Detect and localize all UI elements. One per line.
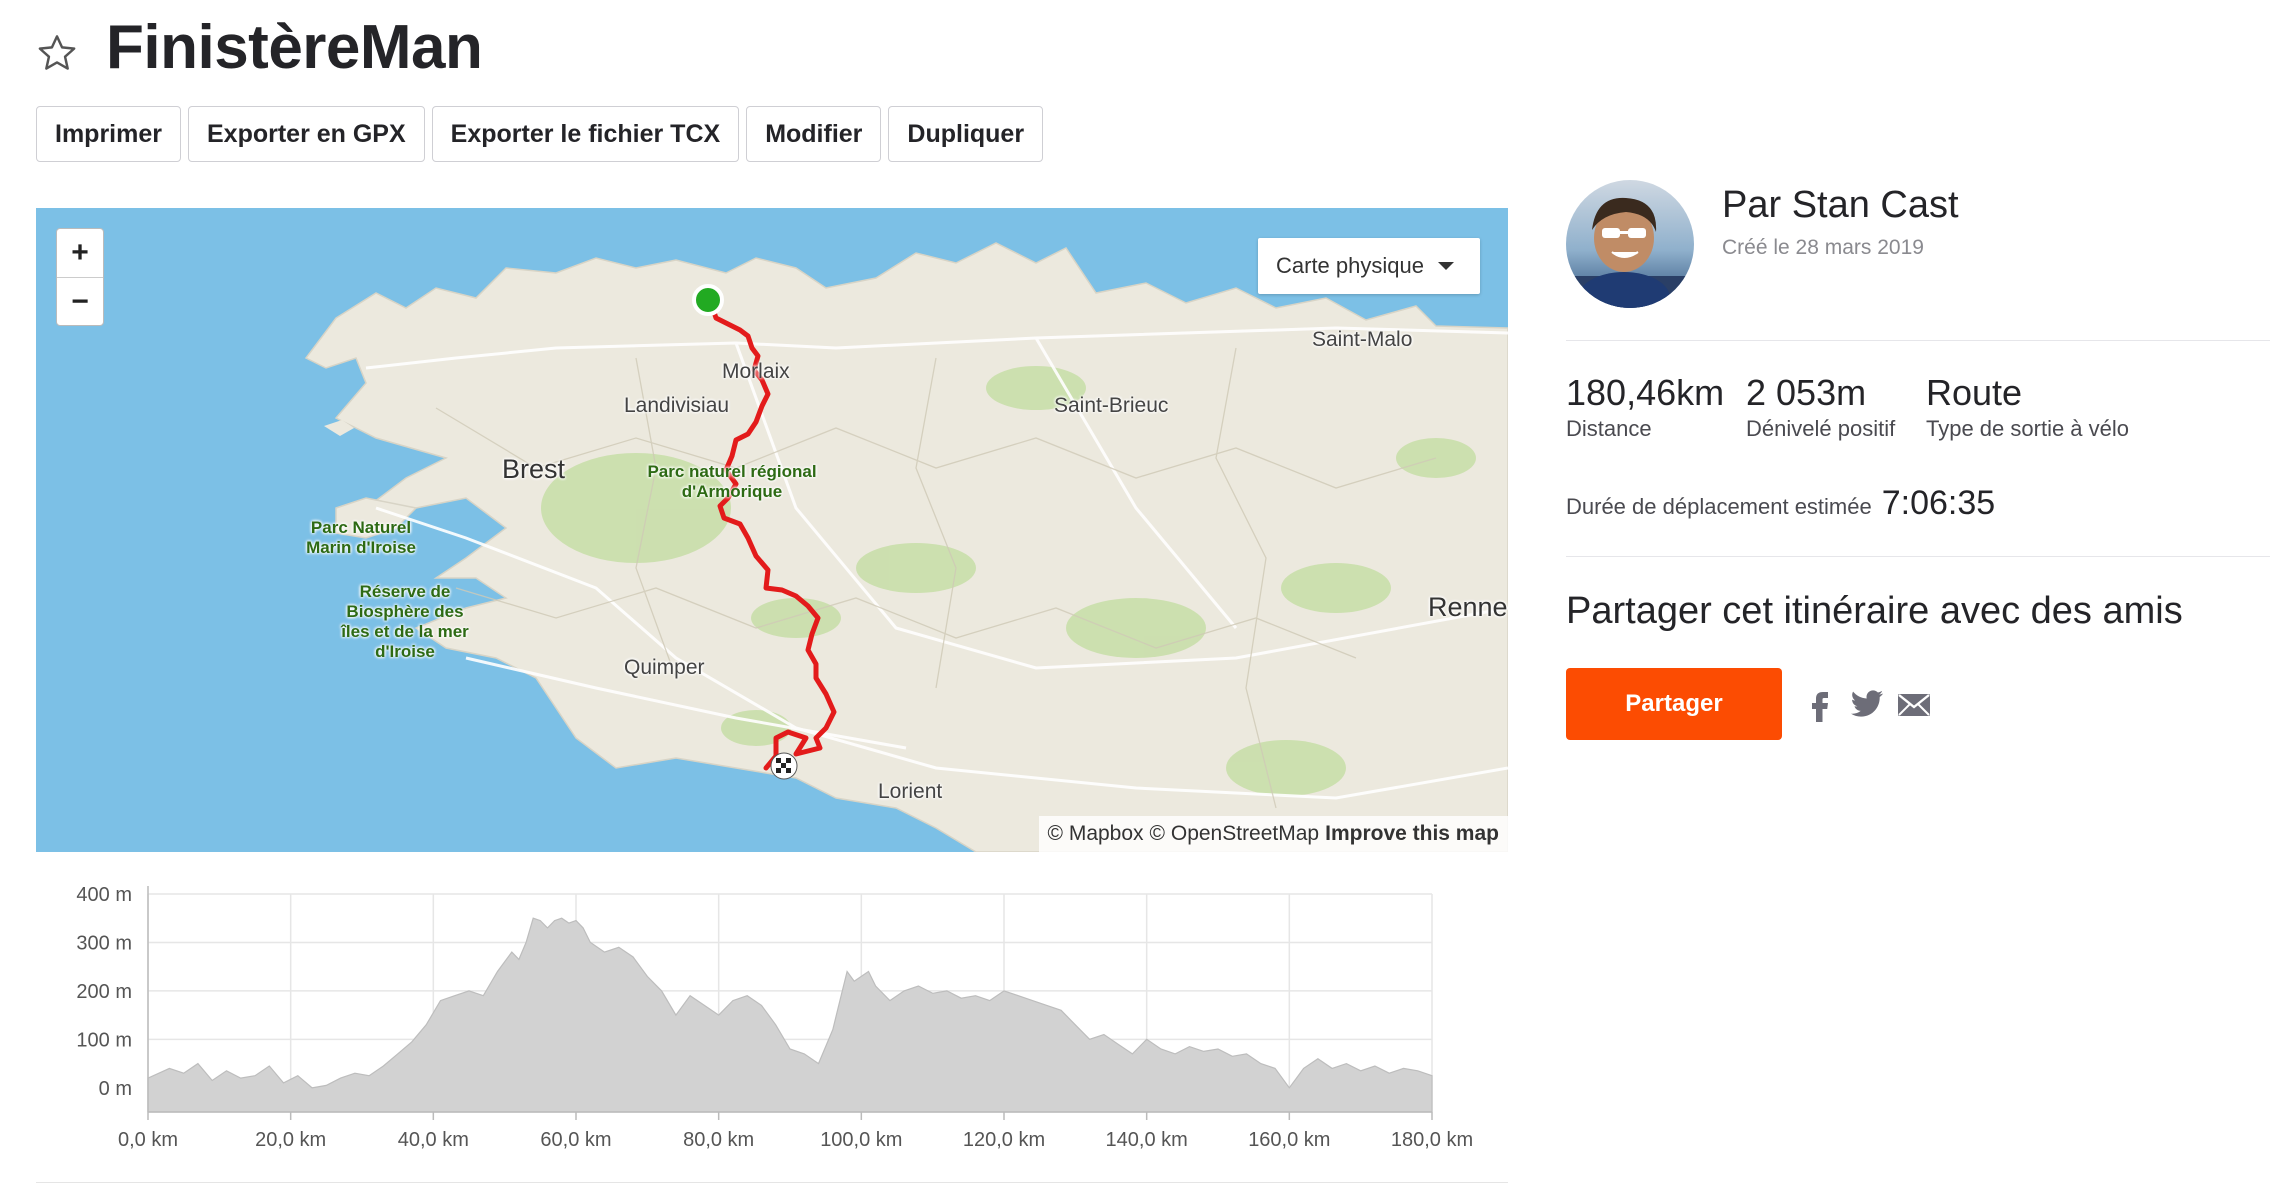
finish-marker [770, 752, 798, 780]
zoom-out-button[interactable]: − [57, 277, 103, 325]
author-name[interactable]: Par Stan Cast [1722, 184, 1959, 227]
y-tick-label: 100 m [76, 1029, 132, 1051]
place-reserve-iroise: Réserve de Biosphère des îles et de la m… [341, 582, 469, 661]
x-tick-label: 140,0 km [1106, 1129, 1188, 1151]
x-tick-label: 160,0 km [1248, 1129, 1330, 1151]
zoom-control: + − [56, 228, 104, 326]
x-tick-label: 80,0 km [683, 1129, 754, 1151]
osm-attribution-link[interactable]: © OpenStreetMap [1150, 822, 1320, 846]
divider [1566, 340, 2270, 341]
elevation-value: 2 053m [1746, 372, 1867, 413]
place-landivisiau: Landivisiau [624, 394, 730, 417]
stat-route-type: Route Type de sortie à vélo [1926, 372, 2129, 442]
map-type-select[interactable]: Carte physique [1258, 238, 1480, 294]
x-tick-label: 100,0 km [820, 1129, 902, 1151]
zoom-in-button[interactable]: + [57, 229, 103, 277]
distance-value: 180,46km [1566, 372, 1725, 413]
share-button[interactable]: Partager [1566, 668, 1782, 740]
twitter-icon[interactable] [1846, 684, 1886, 724]
place-quimper: Quimper [624, 656, 705, 679]
email-icon[interactable] [1894, 684, 1934, 724]
route-map[interactable]: + − Carte physique Saint-Malo Morlaix La… [36, 208, 1508, 852]
x-tick-label: 40,0 km [398, 1129, 469, 1151]
route-type-value: Route [1926, 372, 2023, 413]
place-brest: Brest [502, 454, 566, 484]
y-tick-label: 200 m [76, 981, 132, 1003]
map-attribution: © Mapbox © OpenStreetMap Improve this ma… [1038, 816, 1508, 852]
place-saint-malo: Saint-Malo [1312, 328, 1413, 351]
place-parc-armorique: Parc naturel régional d'Armorique [647, 462, 817, 501]
print-button[interactable]: Imprimer [36, 106, 181, 162]
place-morlaix: Morlaix [722, 360, 790, 383]
duplicate-button[interactable]: Dupliquer [888, 106, 1044, 162]
distance-label: Distance [1566, 416, 1652, 441]
elevation-label: Dénivelé positif [1746, 416, 1896, 441]
place-saint-brieuc: Saint-Brieuc [1054, 394, 1169, 417]
place-parc-iroise: Parc Naturel Marin d'Iroise [306, 518, 416, 557]
avatar[interactable] [1566, 180, 1694, 308]
stat-duration: Durée de déplacement estimée 7:06:35 [1566, 484, 1995, 523]
y-tick-label: 300 m [76, 932, 132, 954]
stat-distance: 180,46km Distance [1566, 372, 1724, 442]
page-title: FinistèreMan [106, 13, 483, 82]
export-tcx-button[interactable]: Exporter le fichier TCX [431, 106, 740, 162]
created-date: Créé le 28 mars 2019 [1722, 236, 1924, 259]
stat-elevation: 2 053m Dénivelé positif [1746, 372, 1895, 442]
place-lorient: Lorient [878, 780, 943, 803]
divider [1566, 556, 2270, 557]
improve-map-link[interactable]: Improve this map [1325, 822, 1499, 846]
duration-label: Durée de déplacement estimée [1566, 494, 1872, 519]
share-title: Partager cet itinéraire avec des amis [1566, 590, 2183, 632]
export-gpx-button[interactable]: Exporter en GPX [187, 106, 425, 162]
star-outline-icon[interactable] [36, 32, 78, 74]
route-type-label: Type de sortie à vélo [1926, 416, 2130, 441]
x-tick-label: 120,0 km [963, 1129, 1045, 1151]
x-tick-label: 60,0 km [540, 1129, 611, 1151]
map-base-layer [36, 208, 1508, 852]
duration-value: 7:06:35 [1881, 484, 1996, 522]
edit-button[interactable]: Modifier [746, 106, 882, 162]
action-toolbar: Imprimer Exporter en GPX Exporter le fic… [36, 106, 1044, 162]
elevation-chart[interactable]: 0 m 100 m 200 m 300 m 400 m 0,0 km 20,0 km 40,0… [36, 868, 1508, 1158]
caret-down-icon [1437, 262, 1454, 270]
facebook-icon[interactable] [1800, 684, 1840, 724]
place-rennes: Renne [1428, 592, 1508, 622]
mapbox-attribution-link[interactable]: © Mapbox [1048, 822, 1144, 846]
x-tick-label: 180,0 km [1391, 1129, 1473, 1151]
start-marker [692, 284, 724, 316]
y-tick-label: 0 m [99, 1078, 132, 1100]
map-type-label: Carte physique [1276, 253, 1424, 278]
x-tick-label: 0,0 km [118, 1129, 178, 1151]
divider [36, 1182, 1508, 1183]
elevation-area [147, 917, 1433, 1113]
y-tick-label: 400 m [76, 884, 132, 906]
x-tick-label: 20,0 km [255, 1129, 326, 1151]
